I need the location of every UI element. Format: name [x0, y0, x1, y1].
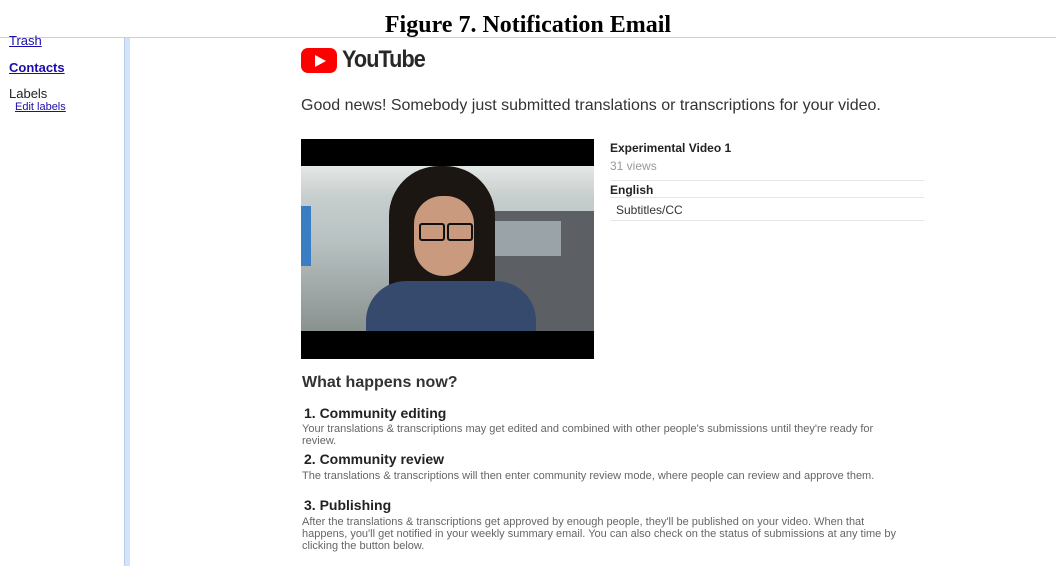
meta-divider	[610, 197, 924, 198]
step-2-text: The translations & transcriptions will t…	[302, 470, 875, 482]
video-thumbnail[interactable]	[301, 139, 594, 359]
sidebar-divider	[124, 38, 130, 566]
sidebar-link-edit-labels[interactable]: Edit labels	[15, 101, 66, 113]
video-language: English	[610, 183, 654, 197]
sidebar-link-contacts[interactable]: Contacts	[9, 60, 65, 75]
step-3-text: After the translations & transcriptions …	[302, 516, 896, 552]
youtube-logo[interactable]: YouTube	[301, 46, 434, 74]
video-track-type: Subtitles/CC	[616, 203, 683, 217]
meta-divider	[610, 180, 924, 181]
sidebar-link-trash[interactable]: Trash	[9, 34, 42, 48]
header-divider	[0, 37, 1056, 38]
step-3-heading: 3. Publishing	[304, 497, 392, 513]
video-title-link[interactable]: Experimental Video 1	[610, 141, 731, 155]
step-1-heading: 1. Community editing	[304, 405, 447, 421]
youtube-wordmark: YouTube	[342, 46, 426, 73]
figure-caption: Figure 7. Notification Email	[384, 12, 672, 38]
email-intro-text: Good news! Somebody just submitted trans…	[301, 97, 881, 114]
meta-divider	[610, 220, 924, 221]
sidebar: Trash Contacts Labels Edit labels	[0, 34, 124, 566]
what-happens-heading: What happens now?	[302, 374, 458, 391]
step-2-heading: 2. Community review	[304, 451, 445, 467]
video-views: 31 views	[610, 159, 657, 173]
play-icon	[301, 47, 337, 73]
video-frame-image	[301, 166, 594, 331]
sidebar-labels-heading: Labels	[9, 86, 48, 101]
step-1-text: Your translations & transcriptions may g…	[302, 423, 874, 447]
